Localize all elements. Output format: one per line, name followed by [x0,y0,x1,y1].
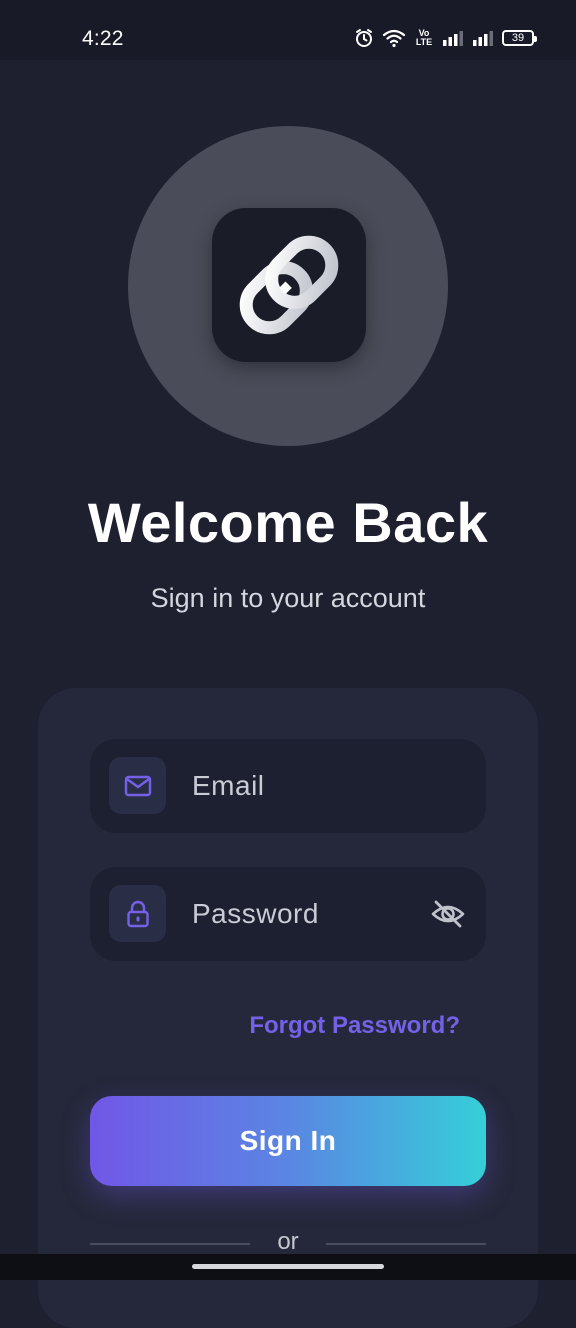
chain-link-icon [239,235,339,335]
status-time: 4:22 [82,27,124,50]
divider-line-right [326,1243,486,1245]
status-bar: 4:22 Vo LTE 39 [0,0,576,60]
signal-icon [472,30,494,46]
eye-off-icon [431,900,465,928]
password-visibility-toggle[interactable] [430,896,466,932]
lock-icon [126,900,149,927]
volte-label-bottom: LTE [415,37,433,47]
battery-level: 39 [511,32,525,44]
status-icons: Vo LTE 39 [354,26,537,50]
page-title: Welcome Back [87,491,489,554]
alarm-icon [354,28,374,48]
forgot-password-link[interactable]: Forgot Password? [249,1012,460,1040]
password-icon-box [109,885,166,942]
email-field[interactable] [90,739,486,833]
wifi-icon [382,28,406,48]
password-field[interactable] [90,867,486,961]
login-card: Forgot Password? Sign In or [38,688,538,1328]
page-subtitle: Sign in to your account [150,583,426,613]
app-logo [212,208,366,362]
home-indicator[interactable] [192,1264,384,1269]
password-input[interactable] [192,867,412,961]
system-nav-bar [0,1254,576,1280]
sign-in-button[interactable]: Sign In [90,1096,486,1186]
signal-icon [442,30,464,46]
divider-label: or [277,1228,299,1255]
email-icon-box [109,757,166,814]
mail-icon [124,775,151,796]
volte-icon: Vo LTE [414,29,434,47]
battery-icon: 39 [502,30,537,46]
email-input[interactable] [192,739,412,833]
